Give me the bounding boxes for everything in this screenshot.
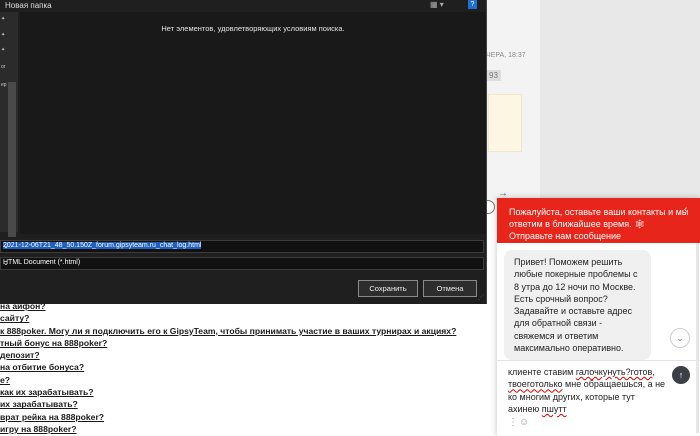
note-box — [488, 94, 522, 152]
faq-link[interactable]: как их зарабатывать? — [0, 386, 470, 398]
misspelled-word: галочкунуть?готов — [575, 367, 653, 377]
view-options-icon[interactable]: ▦ ▾ — [430, 0, 444, 9]
agent-message-text: Привет! Поможем решить любые покерные пр… — [514, 257, 638, 354]
misspelled-word: пшутт — [541, 403, 567, 414]
dialog-titlebar: Новая папка ▦ ▾ ? — [0, 0, 486, 12]
post-tag: 93 — [486, 70, 501, 81]
nav-item[interactable]: ер — [1, 82, 7, 88]
misspelled-word: твоеготолько — [508, 379, 563, 390]
resize-grip-icon[interactable]: ⋰ — [478, 294, 484, 301]
pin-icon[interactable]: ✦ — [1, 47, 5, 53]
navigation-pane: ✦ ✦ ✦ ог ер — [0, 12, 18, 237]
faq-link[interactable]: врат рейка на 888poker? — [0, 411, 470, 423]
nav-scrollbar[interactable] — [8, 82, 16, 237]
faq-link[interactable]: их зарабатывать? — [0, 398, 470, 410]
message-input[interactable]: клиенте ставим галочкунуть?готов, твоего… — [508, 366, 666, 415]
emoji-icon[interactable]: ☺ — [519, 417, 529, 428]
post-timestamp: ЧЕРА, 18:37 — [486, 52, 526, 59]
dialog-title: Новая папка — [5, 1, 52, 10]
message-text: клиенте ставим — [508, 367, 576, 377]
message-text: , — [652, 367, 655, 377]
agent-message: Привет! Поможем решить любые покерные пр… — [504, 250, 651, 360]
scroll-down-icon[interactable]: ⌄ — [670, 328, 690, 348]
chat-header: Пожалуйста, оставьте ваши контакты и мы … — [497, 198, 700, 243]
chat-header-text: Пожалуйста, оставьте ваши контакты и мы … — [509, 207, 689, 229]
faq-link[interactable]: к 888poker. Могу ли я подключить его к G… — [0, 325, 470, 337]
send-icon[interactable]: ↑ — [672, 366, 690, 384]
chevron-down-icon[interactable]: ⌄ — [3, 242, 481, 250]
pin-icon[interactable]: ✦ — [1, 16, 5, 22]
faq-link[interactable]: на отбитие бонуса? — [0, 361, 470, 373]
faq-link[interactable]: игру на 888poker? — [0, 423, 470, 435]
chat-header-suffix: Отправьте нам сообщение — [509, 231, 622, 241]
faq-link-list: на айфон? сайту? к 888poker. Могу ли я п… — [0, 300, 470, 435]
faq-link[interactable]: е? — [0, 374, 470, 386]
faq-link[interactable]: тный бонус на 888poker? — [0, 337, 470, 349]
nav-item[interactable]: ог — [1, 64, 6, 70]
chat-scrollbar[interactable] — [696, 243, 699, 433]
save-button[interactable]: Сохранить — [358, 280, 418, 297]
filetype-select[interactable]: HTML Document (*.html) ⌄ — [0, 257, 484, 270]
chat-widget: Пожалуйста, оставьте ваши контакты и мы … — [497, 198, 700, 436]
faq-link[interactable]: депозит? — [0, 349, 470, 361]
empty-message: Нет элементов, удовлетворяющих условиям … — [161, 24, 345, 33]
faq-link[interactable]: сайту? — [0, 312, 470, 324]
file-list: Нет элементов, удовлетворяющих условиям … — [20, 12, 486, 234]
web-icon: 🕸 — [634, 219, 646, 229]
collapse-icon[interactable]: ‹ — [684, 204, 687, 215]
cancel-button[interactable]: Отмена — [423, 280, 477, 297]
chevron-down-icon[interactable]: ⌄ — [3, 259, 481, 267]
pin-icon[interactable]: ✦ — [1, 32, 5, 38]
help-icon[interactable]: ? — [468, 0, 477, 9]
menu-icon[interactable]: ⋮ — [508, 417, 518, 428]
chat-divider — [497, 360, 700, 361]
filename-field[interactable]: 2021-12-06T21_48_50.150Z_forum.gipsyteam… — [0, 240, 484, 253]
save-dialog: Новая папка ▦ ▾ ? ✦ ✦ ✦ ог ер Нет элемен… — [0, 0, 487, 304]
